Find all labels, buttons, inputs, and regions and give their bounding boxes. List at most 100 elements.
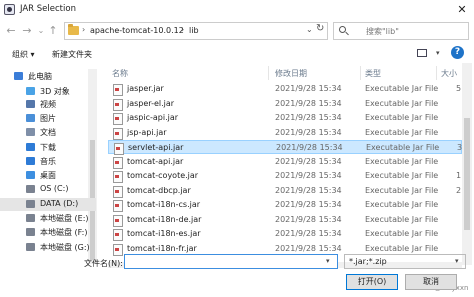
filename-dropdown-icon[interactable]: ▾	[326, 257, 330, 265]
sidebar-item[interactable]: 本地磁盘 (F:)	[0, 226, 96, 239]
sidebar-item-label: 音乐	[40, 157, 56, 166]
view-dropdown-icon[interactable]: ▾	[436, 49, 440, 57]
file-date: 2021/9/28 15:34	[275, 156, 342, 166]
list-scroll-thumb[interactable]	[464, 118, 470, 230]
folder-icon	[68, 24, 79, 35]
jar-file-icon	[113, 171, 123, 183]
drive-icon	[26, 214, 35, 222]
file-row[interactable]: jasper.jar 2021/9/28 15:34 Executable Jar …	[108, 82, 462, 96]
help-icon[interactable]: ?	[451, 46, 464, 59]
cancel-button[interactable]: 取消	[405, 274, 457, 290]
file-name: servlet-api.jar	[128, 143, 184, 152]
file-date: 2021/9/28 15:34	[275, 98, 342, 108]
file-row[interactable]: jaspic-api.jar 2021/9/28 15:34 Executable …	[108, 111, 462, 125]
column-header-size[interactable]: 大小	[441, 68, 457, 79]
sidebar-item-label: 此电脑	[28, 72, 52, 81]
search-placeholder: 搜索"lib"	[366, 27, 399, 36]
file-row[interactable]: tomcat-i18n-es.jar 2021/9/28 15:34 Executa…	[108, 227, 462, 241]
file-name: tomcat-i18n-cs.jar	[127, 200, 201, 209]
file-row[interactable]: tomcat-i18n-fr.jar 2021/9/28 15:34 Executa…	[108, 242, 462, 256]
column-divider[interactable]	[268, 66, 269, 80]
column-header-modified[interactable]: 修改日期	[275, 68, 307, 79]
organize-button[interactable]: 组织 ▾	[12, 49, 35, 60]
up-button[interactable]: ↑	[46, 23, 60, 39]
new-folder-button[interactable]: 新建文件夹	[52, 49, 92, 60]
file-type: Executable Jar File	[365, 127, 439, 137]
address-dropdown-icon[interactable]: ⌄	[306, 25, 313, 34]
sidebar-item[interactable]: 文档	[0, 126, 96, 139]
column-divider[interactable]	[360, 66, 361, 80]
file-row[interactable]: tomcat-api.jar 2021/9/28 15:34 Executable …	[108, 155, 462, 169]
file-size: 2	[456, 185, 462, 195]
sidebar-item-label: 图片	[40, 114, 56, 123]
column-header-type[interactable]: 类型	[365, 68, 381, 79]
column-header-name[interactable]: 名称	[112, 68, 128, 79]
file-row[interactable]: tomcat-i18n-de.jar 2021/9/28 15:34 Executa…	[108, 213, 462, 227]
cube-icon	[26, 87, 35, 95]
sidebar-item-label: 本地磁盘 (G:)	[40, 243, 90, 252]
sidebar-item[interactable]: 音乐	[0, 155, 96, 168]
file-row[interactable]: tomcat-dbcp.jar 2021/9/28 15:34 Executable…	[108, 184, 462, 198]
back-button[interactable]: ←	[4, 23, 18, 39]
arrow-right-icon: →	[22, 24, 32, 37]
sidebar-item-label: 文档	[40, 128, 56, 137]
file-date: 2021/9/28 15:34	[275, 185, 342, 195]
file-date: 2021/9/28 15:34	[275, 200, 342, 209]
sidebar-item-label: 本地磁盘 (F:)	[40, 228, 88, 237]
window-title: JAR Selection	[20, 4, 76, 14]
file-type: Executable Jar File	[365, 113, 439, 122]
filetype-dropdown-icon[interactable]: ▾	[455, 257, 459, 265]
video-icon	[26, 100, 35, 108]
file-type: Executable Jar File	[365, 84, 439, 93]
filename-input[interactable]	[124, 254, 338, 269]
sidebar-item[interactable]: 本地磁盘 (G:)	[0, 241, 96, 254]
column-divider[interactable]	[436, 66, 437, 80]
sidebar-item[interactable]: 此电脑	[0, 70, 96, 83]
file-type: Executable Jar File	[365, 98, 439, 108]
file-row[interactable]: tomcat-i18n-cs.jar 2021/9/28 15:34 Executa…	[108, 198, 462, 212]
sidebar-item-label: OS (C:)	[40, 184, 69, 193]
forward-button[interactable]: →	[20, 23, 34, 39]
refresh-icon[interactable]: ↻	[316, 23, 324, 34]
file-name: jsp-api.jar	[127, 127, 167, 137]
close-button[interactable]: ✕	[454, 3, 470, 17]
file-name: jasper.jar	[127, 84, 164, 93]
sidebar-item[interactable]: 本地磁盘 (E:)	[0, 212, 96, 225]
file-row[interactable]: servlet-api.jar 2021/9/28 15:34 Executable…	[108, 140, 463, 155]
sidebar-item[interactable]: 下载	[0, 141, 96, 154]
file-name: tomcat-coyote.jar	[127, 171, 199, 180]
app-icon	[4, 4, 15, 15]
view-options-icon[interactable]	[416, 47, 430, 59]
document-icon	[26, 128, 35, 136]
file-size: 3	[457, 143, 463, 152]
sidebar-item-label: 视频	[40, 100, 56, 109]
file-date: 2021/9/28 15:34	[275, 243, 342, 253]
jar-file-icon	[113, 127, 123, 140]
sidebar-item[interactable]: DATA (D:)	[0, 198, 96, 211]
breadcrumb-parent[interactable]: apache-tomcat-10.0.12	[90, 26, 184, 35]
file-name: tomcat-dbcp.jar	[127, 185, 191, 195]
file-row[interactable]: jsp-api.jar 2021/9/28 15:34 Executable Jar…	[108, 126, 462, 140]
sidebar-item-label: 下载	[40, 143, 56, 152]
sidebar-item[interactable]: OS (C:)	[0, 183, 96, 196]
file-type: Executable Jar File	[365, 243, 439, 253]
chevron-right-icon: ›	[181, 25, 185, 34]
chevron-down-icon: ⌄	[37, 26, 45, 35]
sidebar-item[interactable]: 3D 对象	[0, 85, 96, 98]
file-name: jaspic-api.jar	[127, 113, 179, 122]
jar-file-icon	[113, 98, 123, 111]
file-type: Executable Jar File	[365, 185, 439, 195]
sidebar-item-label: DATA (D:)	[40, 199, 79, 208]
file-size: 1	[456, 171, 462, 180]
breadcrumb-current[interactable]: lib	[189, 26, 199, 35]
sidebar-item[interactable]: 桌面	[0, 169, 96, 182]
file-size: 5	[456, 84, 462, 93]
file-name: jasper-el.jar	[127, 98, 175, 108]
sidebar-item[interactable]: 视频	[0, 98, 96, 111]
file-row[interactable]: jasper-el.jar 2021/9/28 15:34 Executable J…	[108, 97, 462, 111]
open-button[interactable]: 打开(O)	[346, 274, 398, 290]
search-box[interactable]	[333, 22, 469, 40]
filetype-select[interactable]: *.jar;*.zip	[344, 254, 466, 269]
file-row[interactable]: tomcat-coyote.jar 2021/9/28 15:34 Executab…	[108, 169, 462, 183]
sidebar-item[interactable]: 图片	[0, 112, 96, 125]
